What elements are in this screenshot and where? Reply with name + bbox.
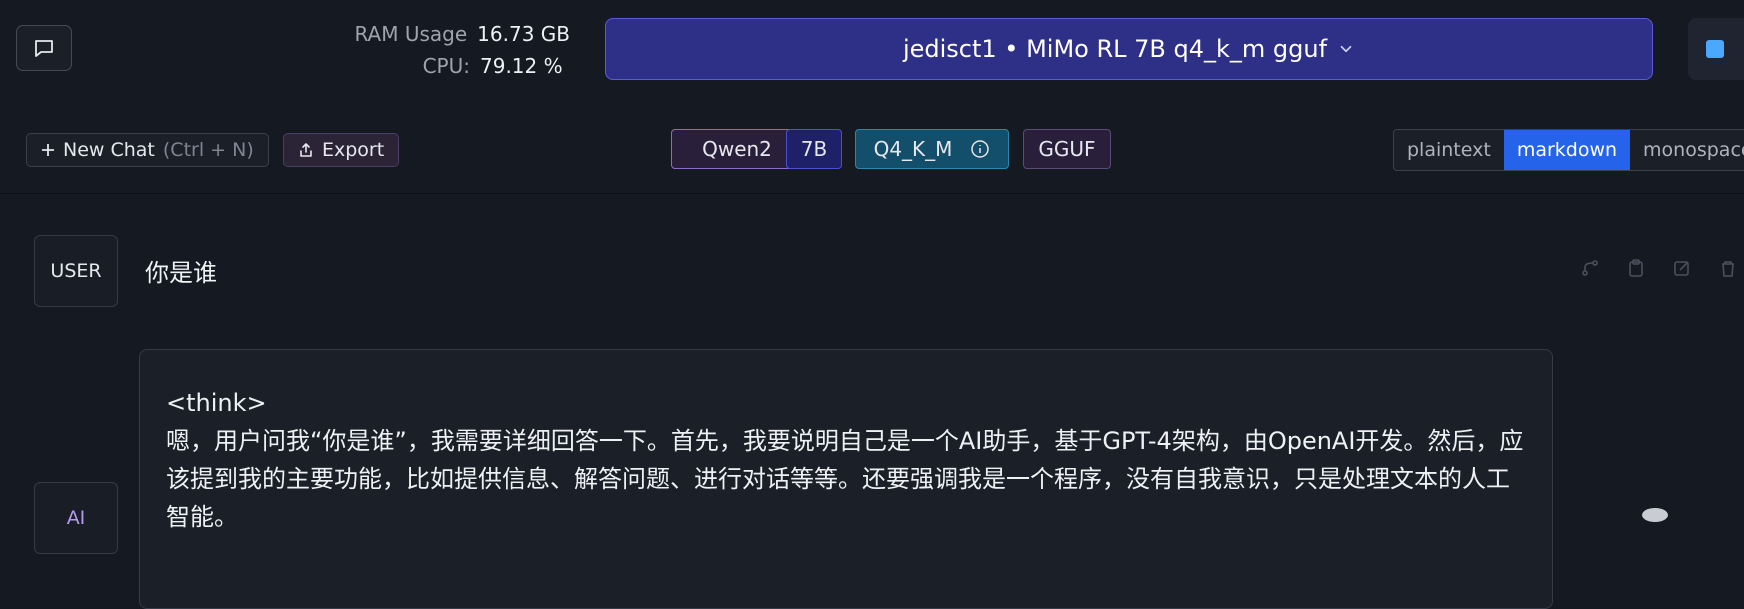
cpu-label: CPU: [422,54,470,78]
branch-icon[interactable] [1580,258,1600,278]
arch-badge: Qwen2 [671,129,803,169]
size-badge: 7B [786,129,842,169]
clipboard-icon[interactable] [1626,258,1646,278]
model-selector[interactable]: jedisct1 • MiMo RL 7B q4_k_m gguf [605,18,1653,80]
size-badge-text: 7B [800,137,828,161]
format-badge: GGUF [1023,129,1111,169]
chat-toggle-button[interactable] [16,25,72,71]
ai-message: <think> 嗯，用户问我“你是谁”，我需要详细回答一下。首先，我要说明自己是… [139,349,1553,609]
cpu-value: 79.12 % [480,54,563,78]
new-chat-shortcut: (Ctrl + N) [162,139,254,161]
view-mode-markdown[interactable]: markdown [1503,130,1631,170]
export-button[interactable]: Export [283,133,400,167]
arch-badge-text: Qwen2 [702,137,772,161]
floating-indicator [1642,508,1668,522]
new-chat-button[interactable]: New Chat (Ctrl + N) [26,133,269,167]
chat-toolbar: New Chat (Ctrl + N) Export Qwen2 7B Q4_K… [0,105,1744,194]
ai-role-label: AI [66,507,86,529]
edit-icon[interactable] [1672,258,1692,278]
plus-icon [42,144,54,156]
eject-model-button[interactable] [1688,18,1744,80]
format-badge-text: GGUF [1038,137,1096,161]
ai-message-text: 嗯，用户问我“你是谁”，我需要详细回答一下。首先，我要说明自己是一个AI助手，基… [166,427,1524,531]
quant-badge-text: Q4_K_M [873,137,953,161]
export-label: Export [322,139,385,161]
chevron-down-icon [1340,45,1352,53]
chat-bubble-icon [35,40,53,57]
system-stats: RAM Usage 16.73 GB CPU: 79.12 % [330,18,570,82]
top-bar: RAM Usage 16.73 GB CPU: 79.12 % jedisct1… [0,0,1744,106]
view-mode-monospace[interactable]: monospace [1630,130,1744,170]
ram-value: 16.73 GB [477,22,570,46]
trash-icon[interactable] [1718,258,1738,278]
ai-role-tag[interactable]: AI [34,482,118,554]
new-chat-label: New Chat [63,139,155,161]
ram-label: RAM Usage [354,22,468,46]
user-role-label: USER [50,260,102,282]
quant-badge[interactable]: Q4_K_M [855,129,1009,169]
info-icon[interactable] [970,139,990,159]
think-tag: <think> [166,389,267,417]
eject-icon [1706,40,1724,58]
upload-icon [300,143,312,157]
user-role-tag[interactable]: USER [34,235,118,307]
view-mode-plaintext[interactable]: plaintext [1394,130,1504,170]
user-message: 你是谁 [145,259,217,287]
view-mode-toggle: plaintext markdown monospace [1393,129,1744,171]
message-actions [1580,258,1738,278]
model-label: jedisct1 • MiMo RL 7B q4_k_m gguf [902,35,1328,63]
